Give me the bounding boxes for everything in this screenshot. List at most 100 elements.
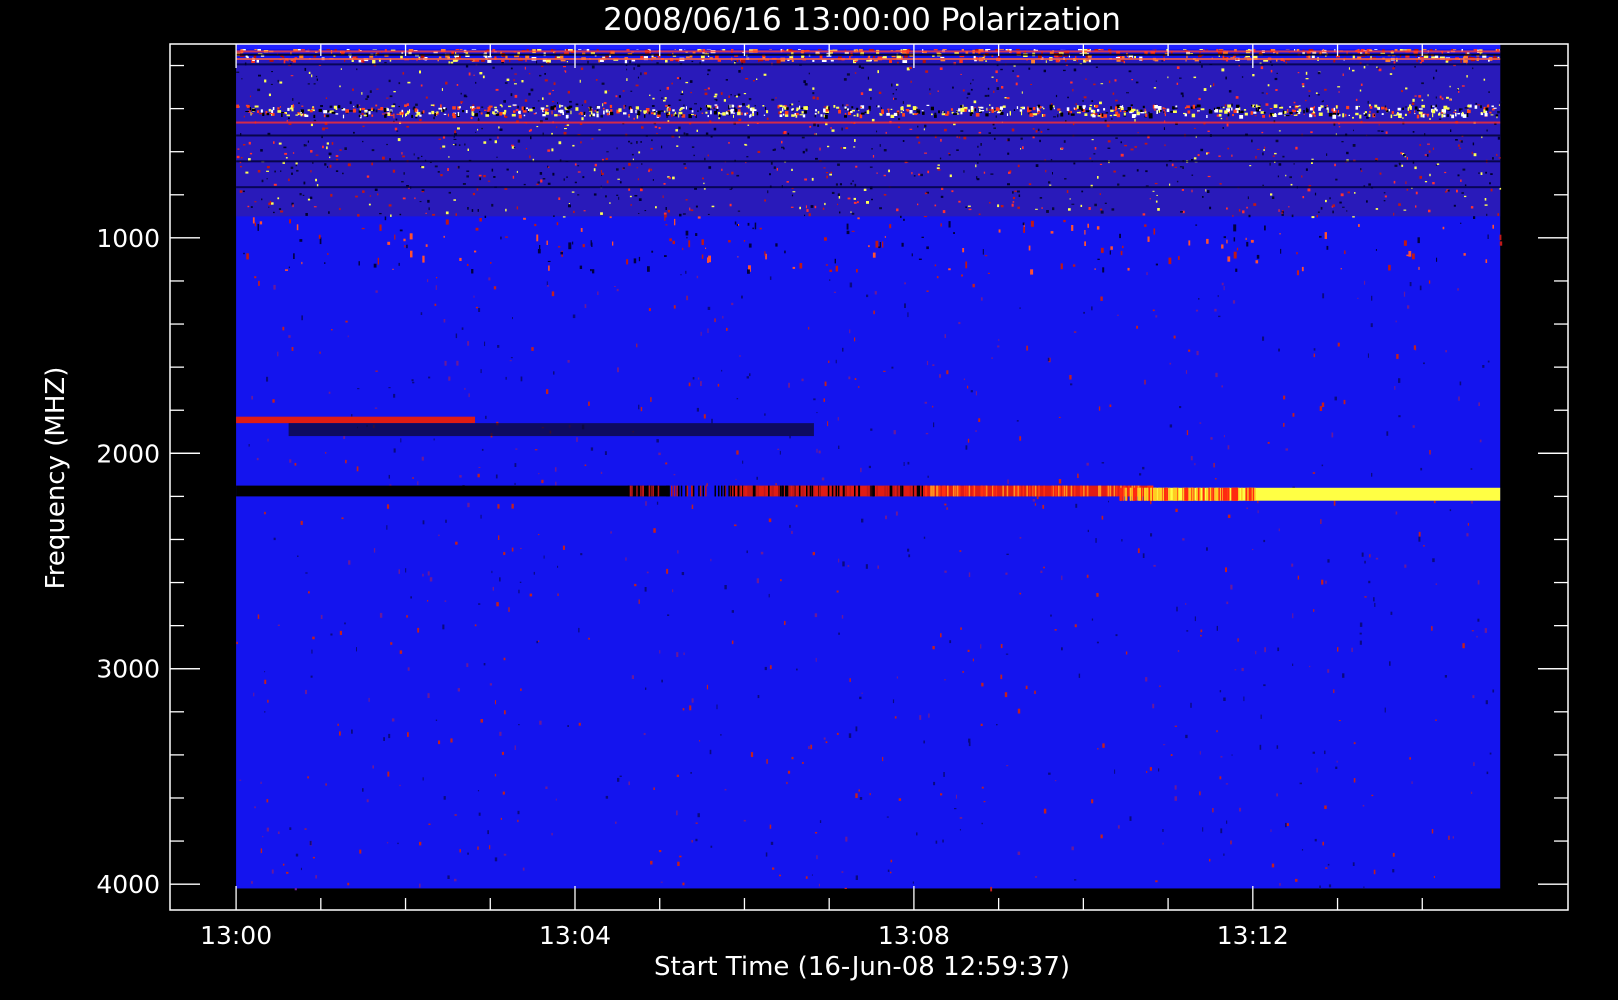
heatmap-speckle xyxy=(769,824,772,829)
heatmap-speckle xyxy=(825,741,828,744)
heatmap-speckle xyxy=(349,101,352,105)
heatmap-speckle xyxy=(1470,791,1473,794)
heatmap-speckle xyxy=(737,256,739,258)
heatmap-speckle xyxy=(445,108,447,111)
heatmap-speckle xyxy=(566,110,570,113)
heatmap-stripe xyxy=(834,485,836,497)
heatmap-speckle xyxy=(954,808,957,810)
heatmap-speckle xyxy=(1293,101,1296,104)
heatmap-speckle xyxy=(447,875,450,879)
heatmap-stripe xyxy=(678,485,680,497)
heatmap-speckle xyxy=(457,165,460,169)
heatmap-speckle xyxy=(676,145,679,147)
heatmap-speckle xyxy=(617,367,619,373)
heatmap-speckle xyxy=(390,214,392,217)
heatmap-speckle xyxy=(536,126,539,128)
heatmap-speckle xyxy=(496,602,499,607)
heatmap-speckle xyxy=(714,93,718,96)
heatmap-speckle xyxy=(958,136,961,139)
heatmap-speckle xyxy=(529,593,533,597)
heatmap-speckle xyxy=(725,79,728,81)
heatmap-speckle xyxy=(1453,204,1456,207)
heatmap-speckle xyxy=(731,640,734,645)
heatmap-stripe xyxy=(884,485,886,497)
heatmap-speckle xyxy=(1030,269,1034,275)
heatmap-speckle xyxy=(1180,211,1183,213)
heatmap-speckle xyxy=(471,269,474,274)
heatmap-speckle xyxy=(554,467,557,472)
heatmap-speckle xyxy=(1047,357,1050,362)
heatmap-speckle xyxy=(1000,644,1003,649)
heatmap-speckle xyxy=(628,188,631,191)
heatmap-speckle xyxy=(1202,827,1204,832)
heatmap-speckle xyxy=(1445,60,1449,63)
heatmap-speckle xyxy=(889,60,892,63)
heatmap-stripe xyxy=(952,485,955,497)
heatmap-speckle xyxy=(467,502,470,508)
heatmap-speckle xyxy=(939,67,943,70)
heatmap-speckle xyxy=(497,345,500,348)
heatmap-speckle xyxy=(1337,342,1340,347)
heatmap-speckle xyxy=(1326,105,1328,107)
heatmap-speckle xyxy=(284,113,286,114)
heatmap-speckle xyxy=(623,112,627,115)
heatmap-speckle xyxy=(1200,634,1202,637)
heatmap-speckle xyxy=(1219,183,1222,185)
heatmap-speckle xyxy=(1353,778,1356,783)
heatmap-speckle xyxy=(277,351,279,357)
heatmap-speckle xyxy=(833,291,836,293)
heatmap-speckle xyxy=(1164,111,1166,114)
heatmap-speckle xyxy=(851,230,855,232)
heatmap-speckle xyxy=(499,577,501,582)
heatmap-speckle xyxy=(948,152,950,155)
heatmap-speckle xyxy=(998,339,1000,341)
heatmap-speckle xyxy=(457,688,460,692)
heatmap-speckle xyxy=(752,109,757,111)
heatmap-speckle xyxy=(588,401,590,406)
heatmap-speckle xyxy=(816,855,818,860)
heatmap-speckle xyxy=(769,173,771,176)
heatmap-speckle xyxy=(1119,233,1121,239)
heatmap-speckle xyxy=(1440,112,1444,114)
heatmap-speckle xyxy=(1359,114,1362,119)
heatmap-speckle xyxy=(777,105,780,109)
heatmap-speckle xyxy=(1302,196,1305,199)
heatmap-speckle xyxy=(904,282,906,285)
heatmap-speckle xyxy=(1071,846,1074,851)
heatmap-speckle xyxy=(1346,151,1349,155)
heatmap-speckle xyxy=(903,462,905,466)
heatmap-speckle xyxy=(972,283,975,288)
heatmap-speckle xyxy=(759,227,762,230)
heatmap-speckle xyxy=(1421,99,1424,102)
heatmap-speckle xyxy=(618,108,622,112)
heatmap-speckle xyxy=(538,473,540,475)
heatmap-speckle xyxy=(1007,479,1009,484)
heatmap-stripe xyxy=(1074,485,1076,497)
heatmap-speckle xyxy=(379,213,382,215)
heatmap-speckle xyxy=(580,141,582,144)
heatmap-speckle xyxy=(707,154,709,157)
heatmap-speckle xyxy=(539,74,542,77)
heatmap-speckle xyxy=(608,90,610,92)
heatmap-speckle xyxy=(664,217,666,221)
heatmap-speckle xyxy=(1461,111,1464,115)
heatmap-speckle xyxy=(428,376,431,379)
heatmap-speckle xyxy=(1176,180,1179,183)
heatmap-speckle xyxy=(1084,241,1086,246)
heatmap-speckle xyxy=(558,141,562,145)
heatmap-stripe xyxy=(942,485,944,497)
heatmap-speckle xyxy=(1176,82,1179,85)
heatmap-speckle xyxy=(679,107,683,110)
heatmap-speckle xyxy=(1307,188,1311,192)
heatmap-speckle xyxy=(420,165,422,168)
heatmap-speckle xyxy=(1446,96,1449,99)
heatmap-speckle xyxy=(1305,78,1309,80)
heatmap-speckle xyxy=(1032,136,1035,139)
heatmap-speckle xyxy=(273,141,275,144)
heatmap-speckle xyxy=(402,155,405,158)
heatmap-speckle xyxy=(268,93,271,97)
heatmap-speckle xyxy=(466,663,469,667)
heatmap-stripe xyxy=(893,485,895,497)
heatmap-speckle xyxy=(541,479,544,484)
heatmap-speckle xyxy=(926,246,929,250)
